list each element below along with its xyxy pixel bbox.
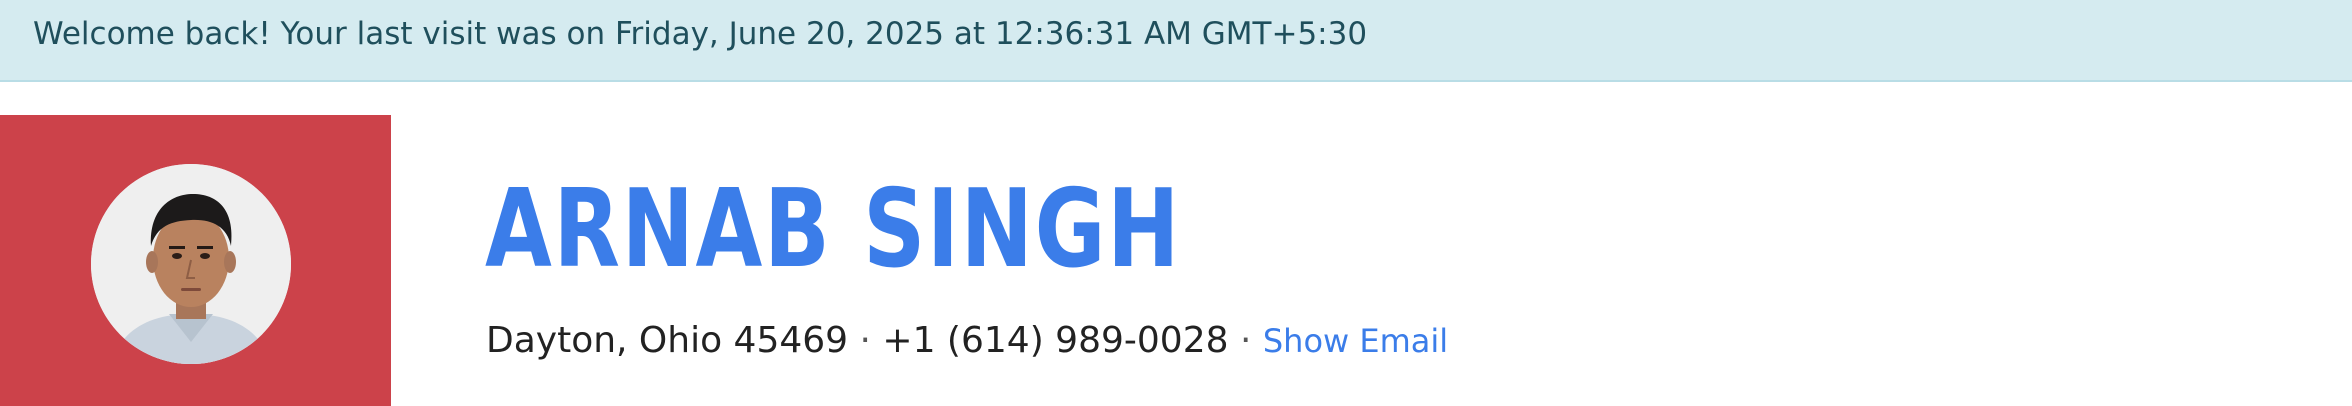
separator: · [848, 320, 883, 361]
show-email-link[interactable]: Show Email [1263, 322, 1448, 360]
separator: · [1228, 320, 1263, 361]
profile-sidebar [0, 115, 391, 406]
profile-name: ARNAB SINGH [485, 167, 1182, 292]
welcome-banner: Welcome back! Your last visit was on Fri… [0, 0, 2352, 82]
profile-photo-icon [91, 164, 291, 364]
location-text: Dayton, Ohio 45469 [486, 320, 849, 361]
welcome-message: Welcome back! Your last visit was on Fri… [33, 16, 1368, 52]
phone-text: +1 (614) 989-0028 [882, 320, 1229, 361]
contact-line: Dayton, Ohio 45469 · +1 (614) 989-0028 ·… [486, 318, 1448, 364]
avatar [91, 164, 291, 364]
